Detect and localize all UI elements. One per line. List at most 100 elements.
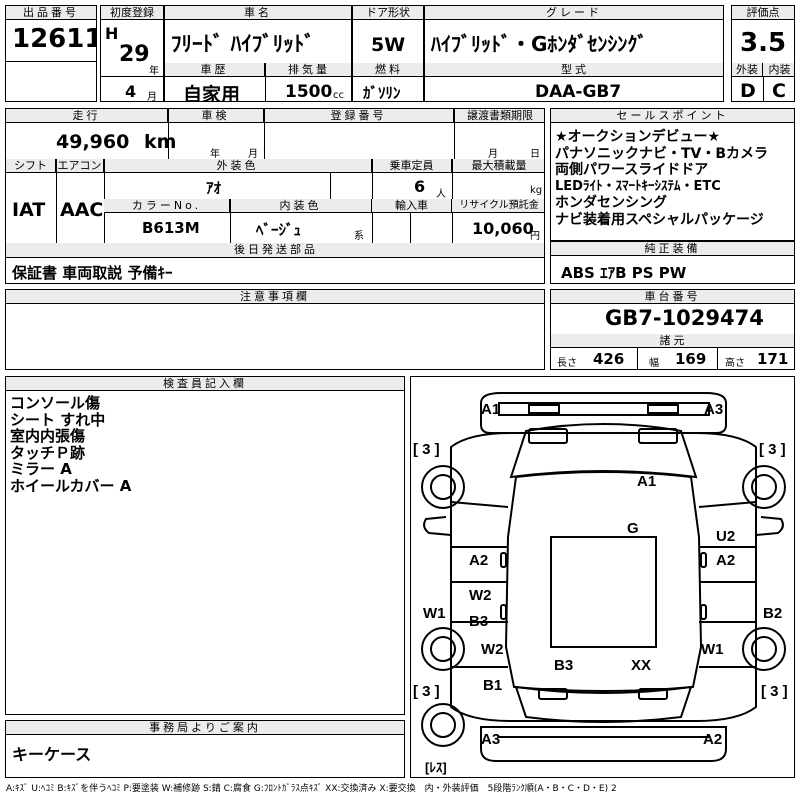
inspector-notes-cell: 検査員記入欄 コンソール傷 シート すれ中 室内内張傷 タッチＰ跡 ミラー A … (5, 376, 405, 715)
sales-point-list: ★オークションデビュー★ パナソニックナビ・TV・Bカメラ 両側パワースライドド… (555, 129, 768, 228)
first-registration-header: 初度登録 (101, 6, 163, 20)
mileage-value: 49,960 (56, 131, 130, 153)
door-type-cell: ドア形状 5W 燃料 ｶﾞｿﾘﾝ (352, 5, 424, 102)
grade-value: ﾊｲﾌﾞﾘｯﾄﾞ・Gﾎﾝﾀﾞｾﾝｼﾝｸﾞ (431, 32, 648, 56)
mark-rear-right: A2 (703, 731, 723, 748)
capacity-unit: 人 (436, 189, 446, 200)
transfer-day-unit: 日 (530, 149, 540, 160)
inspector-note: コンソール傷 (10, 394, 101, 412)
history-value: 自家用 (183, 84, 241, 102)
mark-right-rear: W1 (701, 641, 724, 658)
shift-header: シフト (6, 159, 56, 173)
first-registration-cell: 初度登録 H 29 年 4 月 (100, 5, 164, 102)
sales-point-item: ★オークションデビュー★ (555, 129, 721, 145)
recycle-value: 10,060 (472, 219, 534, 238)
int-color-value: ﾍﾞｰｼﾞｭ (256, 221, 302, 239)
mark-front-right: A3 (704, 401, 724, 418)
chassis-cell: 車台番号 GB7-1029474 諸元 長さ 426 幅 169 高さ 171 (550, 289, 795, 370)
color-no-header: カラーNo. (104, 199, 230, 213)
int-color-header: 内装色 (230, 199, 372, 213)
sales-point-item: ホンダセンシング (555, 195, 667, 211)
lot-number-header: 出品番号 (6, 6, 96, 20)
vehicle-info-block: 走行 車検 登録番号 譲渡書類期限 49,960 km 年 月 月 日 シフト … (5, 108, 545, 258)
exterior-header: 外装 (732, 63, 763, 77)
office-note-value: キーケース (12, 745, 92, 764)
history-header: 車歴 (165, 63, 265, 77)
equipment-cell: 純正装備 ABS ｴｱB PS PW (550, 241, 795, 284)
equipment-header: 純正装備 (551, 242, 794, 256)
first-reg-era: H (105, 24, 119, 43)
displacement-unit: cc (333, 90, 344, 101)
sales-point-item: LEDﾗｲﾄ・ｽﾏｰﾄｷｰｼｽﾃﾑ・ETC (555, 178, 721, 194)
score-value: 3.5 (740, 28, 787, 58)
capacity-value: 6 (414, 177, 426, 196)
mark-left-rear-door: B3 (469, 613, 489, 630)
mark-tire-rr: [ 3 ] (761, 683, 788, 700)
color-no-value: B613M (142, 219, 200, 237)
model-value: DAA-GB7 (535, 82, 622, 102)
model-header: 型式 (425, 63, 723, 77)
mark-right-front-door: A2 (716, 552, 736, 569)
transfer-month-unit: 月 (488, 149, 498, 160)
door-type-header: ドア形状 (353, 6, 423, 20)
sales-point-header: セールスポイント (551, 109, 794, 123)
later-parts-value: 保証書 車両取説 予備ｷｰ (12, 264, 173, 282)
mark-left-mid: W2 (469, 587, 492, 604)
lot-number: 12611 (12, 24, 97, 54)
max-load-unit: kg (530, 185, 543, 196)
capacity-header: 乗車定員 (372, 159, 452, 173)
score-cell: 評価点 3.5 外装 内装 D C (731, 5, 795, 102)
displacement-value: 1500 (285, 82, 333, 102)
chassis-value: GB7-1029474 (605, 306, 764, 330)
mark-left-fender-front: W1 (423, 605, 446, 622)
mark-left-rear: W2 (481, 641, 504, 658)
reg-no-header: 登録番号 (264, 109, 454, 123)
import-header: 輸入車 (372, 199, 452, 213)
mileage-header: 走行 (6, 109, 168, 123)
width-value: 169 (675, 350, 707, 368)
interior-header: 内装 (763, 63, 794, 77)
car-name-header: 車名 (165, 6, 351, 20)
first-reg-year-unit: 年 (149, 66, 159, 77)
grade-cell: グレード ﾊｲﾌﾞﾘｯﾄﾞ・Gﾎﾝﾀﾞｾﾝｼﾝｸﾞ 型式 DAA-GB7 (424, 5, 724, 102)
mark-tailgate-right: XX (631, 657, 652, 674)
mark-tire-fr: [ 3 ] (759, 441, 786, 458)
length-label: 長さ (557, 358, 577, 369)
car-diagram: A1 A3 [ 3 ] [ 3 ] A1 G A2 U2 A2 W2 B3 W1… (410, 376, 795, 778)
mark-roof: G (627, 520, 639, 537)
inspection-year-unit: 年 (210, 149, 220, 160)
car-name-cell: 車名 ﾌﾘｰﾄﾞ ﾊｲﾌﾞﾘｯﾄﾞ 車歴 排気量 自家用 1500 cc (164, 5, 352, 102)
interior-grade: C (772, 80, 786, 102)
sales-point-item: パナソニックナビ・TV・Bカメラ (555, 145, 769, 162)
later-parts-header: 後日発送部品 (6, 243, 544, 257)
length-value: 426 (593, 350, 625, 368)
ac-value: AAC (60, 199, 104, 221)
mark-left-front-door: A2 (469, 552, 489, 569)
inspector-notes-list: コンソール傷 シート すれ中 室内内張傷 タッチＰ跡 ミラー A ホイールカバー… (10, 395, 131, 494)
fuel-value: ｶﾞｿﾘﾝ (363, 84, 401, 102)
office-note-header: 事務局よりご案内 (6, 721, 404, 735)
first-reg-month-unit: 月 (147, 92, 157, 102)
notes-header: 注意事項欄 (6, 290, 544, 304)
mark-tire-rl: [ 3 ] (413, 683, 440, 700)
sales-point-cell: セールスポイント ★オークションデビュー★ パナソニックナビ・TV・Bカメラ 両… (550, 108, 795, 241)
dims-header: 諸元 (551, 334, 794, 348)
later-parts-cell: 保証書 車両取説 予備ｷｰ (5, 257, 545, 284)
inspector-note: タッチＰ跡 (10, 443, 86, 462)
inspection-month-unit: 月 (248, 149, 258, 160)
mark-rear-left: A3 (481, 731, 501, 748)
displacement-header: 排気量 (265, 63, 351, 77)
mileage-unit: km (144, 131, 177, 153)
ac-header: エアコン (56, 159, 104, 173)
mark-left-quarter: B1 (483, 677, 503, 694)
sales-point-item: ナビ装着用スペシャルパッケージ (555, 211, 764, 228)
inspector-note: ミラー A (10, 460, 72, 478)
recycle-unit: 円 (530, 231, 540, 242)
recycle-header: リサイクル預託金 (452, 199, 544, 213)
height-value: 171 (757, 350, 789, 368)
door-type: 5W (371, 34, 406, 56)
mark-tailgate-left: B3 (554, 657, 574, 674)
inspector-notes-header: 検査員記入欄 (6, 377, 404, 391)
max-load-header: 最大積載量 (452, 159, 544, 173)
damage-legend: A:ｷｽﾞ U:ﾍｺﾐ B:ｷｽﾞを伴うﾍｺﾐ P:要塗装 W:補修跡 S:錆 … (6, 784, 617, 794)
